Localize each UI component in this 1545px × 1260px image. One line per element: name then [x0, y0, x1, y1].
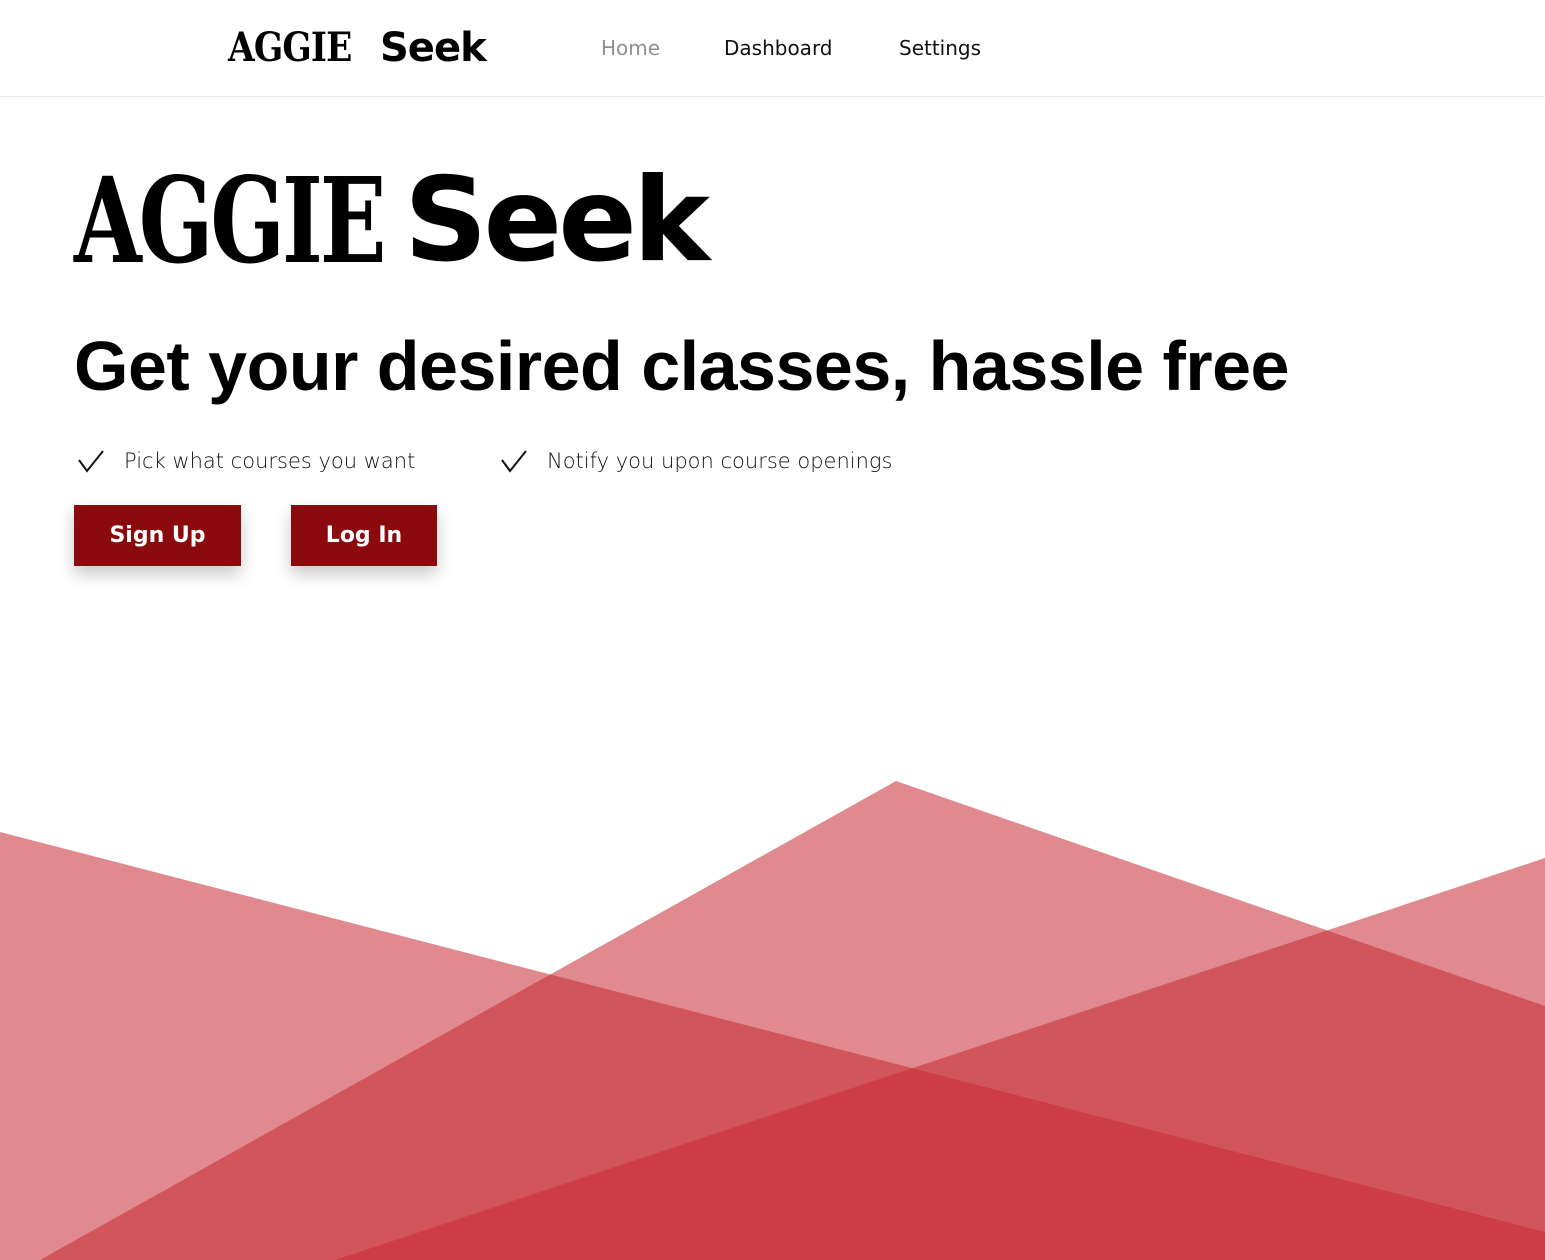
- background-shape-right: [335, 858, 1545, 1260]
- background-shape-center: [40, 781, 1545, 1260]
- brand-logo-seek: Seek: [380, 25, 487, 71]
- brand-logo[interactable]: AGGIE Seek: [228, 24, 487, 71]
- hero-logo-seek: Seek: [404, 153, 710, 288]
- nav-link-settings[interactable]: Settings: [899, 34, 981, 62]
- landing-page: AGGIE Seek Home Dashboard Settings AGGIE…: [0, 0, 1545, 1260]
- hero-logo: AGGIE Seek: [74, 151, 710, 290]
- log-in-button[interactable]: Log In: [291, 505, 437, 566]
- feature-item: Pick what courses you want: [76, 446, 415, 476]
- hero-tagline: Get your desired classes, hassle free: [74, 327, 1289, 405]
- checkmark-icon: [501, 450, 527, 473]
- sign-up-button[interactable]: Sign Up: [74, 505, 241, 566]
- feature-text: Pick what courses you want: [124, 449, 416, 473]
- nav-link-home[interactable]: Home: [601, 34, 660, 62]
- top-navbar: AGGIE Seek Home Dashboard Settings: [0, 0, 1545, 97]
- nav-link-dashboard[interactable]: Dashboard: [724, 34, 833, 62]
- feature-item: Notify you upon course openings: [499, 446, 892, 476]
- background-shape-left: [0, 832, 1545, 1260]
- feature-text: Notify you upon course openings: [547, 449, 893, 473]
- checkmark-icon: [78, 450, 104, 473]
- hero-logo-aggie: AGGIE: [74, 151, 386, 290]
- brand-logo-aggie: AGGIE: [228, 24, 352, 71]
